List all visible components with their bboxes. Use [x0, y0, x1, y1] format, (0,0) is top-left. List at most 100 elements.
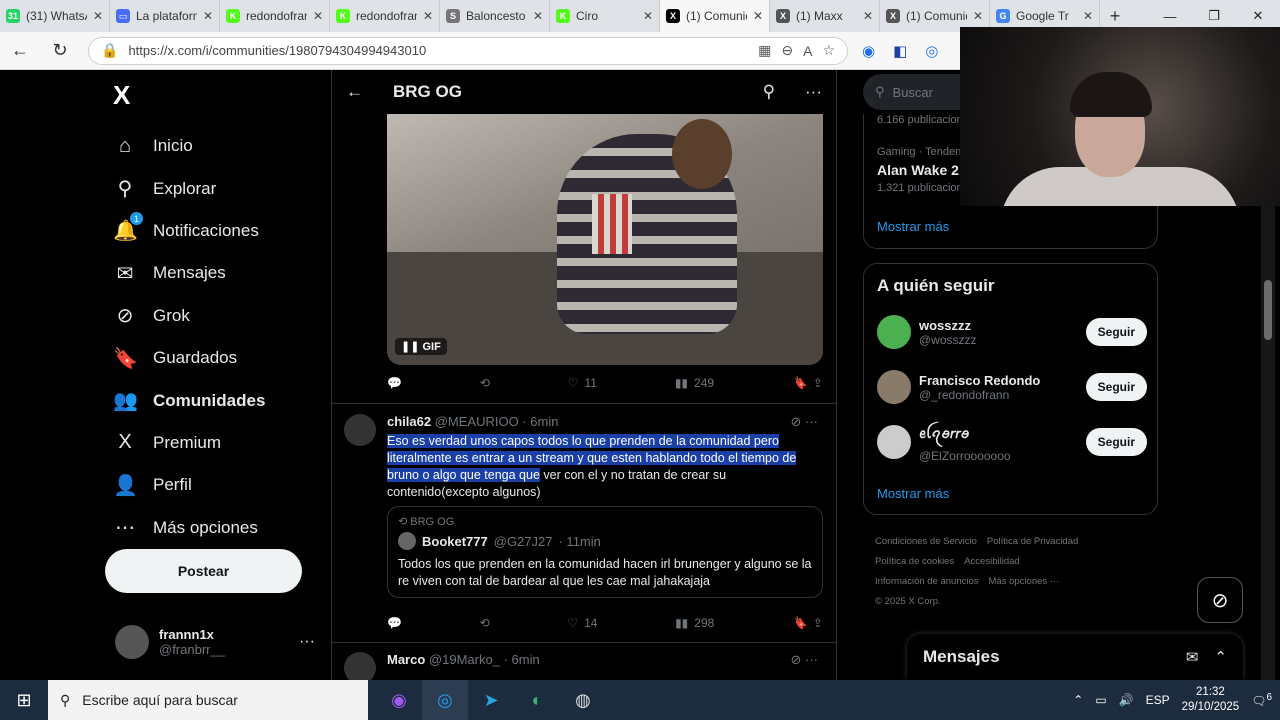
grok-icon[interactable]: ⊘: [790, 414, 801, 429]
clock[interactable]: 21:32 29/10/2025: [1182, 685, 1240, 715]
avatar[interactable]: [344, 652, 376, 680]
browser-tab[interactable]: X (1) Comunidad ✕: [660, 0, 770, 32]
language-indicator[interactable]: ESP: [1146, 693, 1170, 707]
extension-icon[interactable]: ◎: [925, 42, 938, 60]
close-tab-icon[interactable]: ✕: [423, 9, 433, 23]
tweet[interactable]: Marco @19Marko_ · 6min ⊘ ···: [344, 652, 828, 680]
sidebar-item-más-opciones[interactable]: ⋯ Más opciones: [113, 507, 265, 549]
follow-suggestion[interactable]: Francisco Redondo @_redondofrann Seguir: [877, 367, 1147, 407]
network-icon[interactable]: ▭: [1095, 693, 1106, 707]
browser-tab[interactable]: K Ciro ✕: [550, 0, 660, 32]
tweet-handle[interactable]: @MEAURIOO: [435, 414, 519, 429]
views-button[interactable]: ▮▮ 249: [675, 376, 714, 390]
expand-icon[interactable]: ⌃: [1214, 648, 1227, 666]
tweet-handle[interactable]: @19Marko_: [429, 652, 500, 667]
sidebar-item-inicio[interactable]: ⌂ Inicio: [113, 125, 265, 167]
share-icon[interactable]: ⇪: [813, 376, 823, 390]
tweet-author[interactable]: chila62: [387, 414, 431, 429]
sidebar-item-explorar[interactable]: ⚲ Explorar: [113, 167, 265, 209]
edge-icon[interactable]: ◎: [422, 680, 468, 720]
follow-button[interactable]: Seguir: [1085, 373, 1147, 401]
sidebar-item-guardados[interactable]: 🔖 Guardados: [113, 337, 265, 379]
volume-icon[interactable]: 🔊: [1119, 693, 1134, 707]
favorite-star-icon[interactable]: ☆: [822, 42, 835, 59]
read-aloud-icon[interactable]: A: [803, 43, 812, 59]
footer-link[interactable]: Política de Privacidad: [987, 536, 1078, 547]
browser-tab[interactable]: Kredondofrann ✕: [330, 0, 440, 32]
close-tab-icon[interactable]: ✕: [863, 9, 873, 23]
share-icon[interactable]: ⇪: [813, 616, 823, 630]
close-tab-icon[interactable]: ✕: [533, 9, 543, 23]
more-icon[interactable]: ···: [805, 652, 818, 667]
more-icon[interactable]: ···: [299, 633, 315, 651]
browser-tab[interactable]: X (1) Maxx ✕: [770, 0, 880, 32]
x-logo[interactable]: X: [113, 80, 130, 111]
close-tab-icon[interactable]: ✕: [1083, 9, 1093, 23]
show-more-link[interactable]: Mostrar más: [877, 486, 949, 501]
repost-icon[interactable]: ⟲: [480, 616, 490, 630]
follow-suggestion[interactable]: ꫀꪶꪖꪮ𝘳𝘳ꪮ @ElZorrooooooo Seguir: [877, 422, 1147, 463]
like-button[interactable]: ♡ 11: [568, 376, 597, 390]
sidebar-item-premium[interactable]: X Premium: [113, 422, 265, 464]
sidebar-item-notificaciones[interactable]: 🔔 1 Notificaciones: [113, 210, 265, 252]
apps-icon[interactable]: ▦: [758, 42, 771, 59]
follow-suggestion[interactable]: wosszzz @wosszzz Seguir: [877, 312, 1147, 352]
tweet-author[interactable]: Marco: [387, 652, 425, 667]
footer-link[interactable]: Política de cookies: [875, 556, 954, 567]
post-button[interactable]: Postear: [105, 549, 302, 593]
quoted-tweet[interactable]: ⟲ BRG OG Booket777 @G27J27 · 11min Todos…: [387, 506, 823, 598]
browser-tab[interactable]: S Baloncesto ✕: [440, 0, 550, 32]
sidebar-item-perfil[interactable]: 👤 Perfil: [113, 464, 265, 506]
tweet[interactable]: chila62 @MEAURIOO · 6min ⊘ ··· Eso es ve…: [344, 414, 828, 614]
discord-icon[interactable]: ◉: [376, 680, 422, 720]
close-tab-icon[interactable]: ✕: [93, 9, 103, 23]
show-more-link[interactable]: Mostrar más: [877, 219, 949, 234]
sidebar-item-comunidades[interactable]: 👥 Comunidades: [113, 379, 265, 421]
footer-link[interactable]: Accesibilidad: [964, 556, 1019, 567]
gif-media[interactable]: ❚❚ GIF: [387, 114, 823, 365]
extension-icon[interactable]: ◉: [862, 42, 875, 60]
obs-icon[interactable]: ◍: [560, 680, 606, 720]
telegram-icon[interactable]: ➤: [468, 680, 514, 720]
footer-link[interactable]: © 2025 X Corp.: [875, 596, 941, 607]
browser-tab[interactable]: ▭ La plataforma ✕: [110, 0, 220, 32]
edge-icon[interactable]: ◐: [514, 680, 560, 720]
reply-icon[interactable]: 💬: [387, 616, 402, 630]
refresh-icon[interactable]: ↻: [40, 40, 80, 61]
more-icon[interactable]: ···: [805, 82, 822, 102]
follow-button[interactable]: Seguir: [1085, 428, 1147, 456]
footer-link[interactable]: Condiciones de Servicio: [875, 536, 977, 547]
tweet-time[interactable]: · 6min: [522, 414, 558, 429]
sidebar-item-mensajes[interactable]: ✉ Mensajes: [113, 252, 265, 294]
grok-icon[interactable]: ⊘: [790, 652, 801, 667]
gif-badge[interactable]: ❚❚ GIF: [395, 338, 447, 355]
back-arrow-icon[interactable]: ←: [346, 82, 363, 102]
chevron-up-icon[interactable]: ⌃: [1073, 693, 1083, 707]
grok-fab[interactable]: ⊘: [1197, 577, 1243, 623]
like-button[interactable]: ♡ 14: [567, 616, 597, 630]
avatar[interactable]: [877, 315, 911, 349]
avatar[interactable]: [877, 425, 911, 459]
footer-link[interactable]: Información de anuncios: [875, 576, 979, 587]
browser-tab[interactable]: Kredondofrann ✕: [220, 0, 330, 32]
new-message-icon[interactable]: ✉: [1186, 648, 1199, 666]
views-button[interactable]: ▮▮ 298: [675, 616, 714, 630]
back-arrow-icon[interactable]: ←: [0, 40, 40, 61]
avatar[interactable]: [877, 370, 911, 404]
search-icon[interactable]: ⚲: [763, 82, 775, 102]
notification-icon[interactable]: 🗨6: [1251, 692, 1272, 708]
close-tab-icon[interactable]: ✕: [203, 9, 213, 23]
footer-link[interactable]: Más opciones ···: [989, 576, 1060, 587]
sidebar-item-grok[interactable]: ⊘ Grok: [113, 295, 265, 337]
zoom-icon[interactable]: ⊖: [781, 42, 793, 59]
trend-title[interactable]: Alan Wake 2: [877, 162, 959, 178]
follow-button[interactable]: Seguir: [1085, 318, 1147, 346]
url-field[interactable]: 🔒 https://x.com/i/communities/1980794304…: [88, 36, 848, 65]
bookmark-icon[interactable]: 🔖: [792, 376, 807, 390]
close-tab-icon[interactable]: ✕: [643, 9, 653, 23]
new-tab-button[interactable]: +: [1100, 6, 1130, 27]
repost-icon[interactable]: ⟲: [480, 376, 490, 390]
bookmark-icon[interactable]: 🔖: [792, 616, 807, 630]
taskbar-search[interactable]: ⚲ Escribe aquí para buscar: [48, 680, 368, 720]
close-tab-icon[interactable]: ✕: [313, 9, 323, 23]
